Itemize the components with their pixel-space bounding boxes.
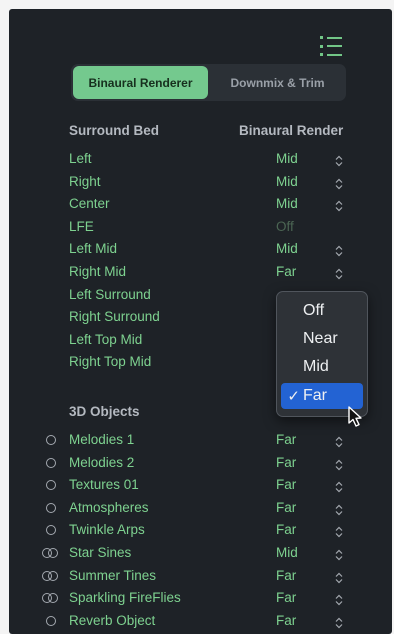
- bed-render-value[interactable]: Far: [276, 264, 296, 279]
- object-render-value[interactable]: Far: [276, 522, 296, 537]
- checkmark-icon: ✓: [287, 388, 300, 405]
- bed-channel-right-top-mid: Right Top Mid: [69, 354, 152, 370]
- object-render-value[interactable]: Mid: [276, 545, 298, 560]
- object-render-value[interactable]: Far: [276, 568, 296, 583]
- mono-object-icon: [42, 480, 60, 492]
- bed-channel-left-surround: Left Surround: [69, 286, 151, 302]
- tab-binaural-renderer[interactable]: Binaural Renderer: [73, 66, 208, 99]
- up-down-stepper-icon[interactable]: [335, 458, 343, 470]
- up-down-stepper-icon[interactable]: [335, 154, 343, 167]
- mono-object-icon: [42, 457, 60, 470]
- bed-render-value[interactable]: Mid: [276, 241, 298, 256]
- up-down-stepper-icon[interactable]: [335, 593, 343, 606]
- bed-render-value[interactable]: Mid: [276, 174, 298, 189]
- bed-render-value[interactable]: Mid: [276, 196, 298, 211]
- object-render-value[interactable]: Far: [276, 432, 296, 447]
- 3d-objects-header: 3D Objects: [69, 404, 140, 419]
- stereo-object-icon: [42, 593, 60, 605]
- object-name-twinkle-arps: Twinkle Arps: [69, 522, 145, 538]
- mode-segmented-control: Binaural Renderer Downmix & Trim: [71, 64, 346, 101]
- object-name-textures-01: Textures 01: [69, 477, 139, 493]
- mono-object-icon: [42, 525, 60, 537]
- mouse-cursor-icon: [348, 406, 362, 427]
- object-name-melodies-2: Melodies 2: [69, 454, 135, 470]
- option-off[interactable]: Off: [281, 298, 363, 324]
- object-render-value[interactable]: Far: [276, 500, 296, 515]
- up-down-stepper-icon[interactable]: [335, 525, 343, 538]
- bed-channel-center: Center: [69, 196, 110, 212]
- mono-object-icon: [42, 615, 60, 628]
- up-down-stepper-icon[interactable]: [335, 548, 343, 561]
- bed-channel-left-mid: Left Mid: [69, 241, 118, 257]
- binaural-render-header: Binaural Render: [239, 123, 344, 138]
- bed-channel-right-surround: Right Surround: [69, 309, 160, 325]
- object-name-summer-tines: Summer Tines: [69, 567, 157, 583]
- bed-render-value[interactable]: Mid: [276, 151, 298, 166]
- object-name-melodies-1: Melodies 1: [69, 432, 135, 447]
- up-down-stepper-icon[interactable]: [335, 616, 343, 629]
- surround-bed-header: Surround Bed: [69, 123, 159, 138]
- object-name-sparkling-fireflies: Sparkling FireFlies: [69, 590, 181, 606]
- object-render-value[interactable]: Far: [276, 477, 296, 492]
- bed-render-value[interactable]: Off: [276, 219, 294, 234]
- bed-channel-left-top-mid: Left Top Mid: [69, 331, 143, 347]
- object-name-star-sines: Star Sines: [69, 545, 132, 560]
- up-down-stepper-icon[interactable]: [335, 503, 343, 516]
- stereo-object-icon: [42, 548, 60, 560]
- object-name-reverb-object: Reverb Object: [69, 612, 156, 628]
- list-icon[interactable]: [320, 36, 344, 56]
- option-mid[interactable]: Mid: [281, 354, 363, 380]
- bed-channel-lfe: LFE: [69, 218, 94, 234]
- up-down-stepper-icon[interactable]: [335, 267, 343, 280]
- mono-object-icon: [42, 435, 60, 447]
- up-down-stepper-icon[interactable]: [335, 571, 343, 583]
- up-down-stepper-icon[interactable]: [335, 480, 343, 493]
- tab-downmix-trim[interactable]: Downmix & Trim: [211, 66, 344, 99]
- object-render-value[interactable]: Far: [276, 613, 296, 628]
- mono-object-icon: [42, 502, 60, 515]
- up-down-stepper-icon[interactable]: [335, 177, 343, 189]
- bed-channel-right: Right: [69, 173, 101, 189]
- object-name-atmospheres: Atmospheres: [69, 499, 149, 515]
- stereo-object-icon: [42, 570, 60, 583]
- option-near[interactable]: Near: [281, 326, 363, 352]
- up-down-stepper-icon[interactable]: [335, 244, 343, 257]
- bed-channel-right-mid: Right Mid: [69, 264, 127, 279]
- object-render-value[interactable]: Far: [276, 590, 296, 605]
- binaural-mode-dropdown: Off Near Mid ✓ Far: [276, 291, 368, 417]
- up-down-stepper-icon[interactable]: [335, 435, 343, 448]
- renderer-panel: Binaural Renderer Downmix & Trim Surroun…: [9, 9, 392, 634]
- object-render-value[interactable]: Far: [276, 455, 296, 470]
- bed-channel-left: Left: [69, 151, 92, 166]
- up-down-stepper-icon[interactable]: [335, 199, 343, 212]
